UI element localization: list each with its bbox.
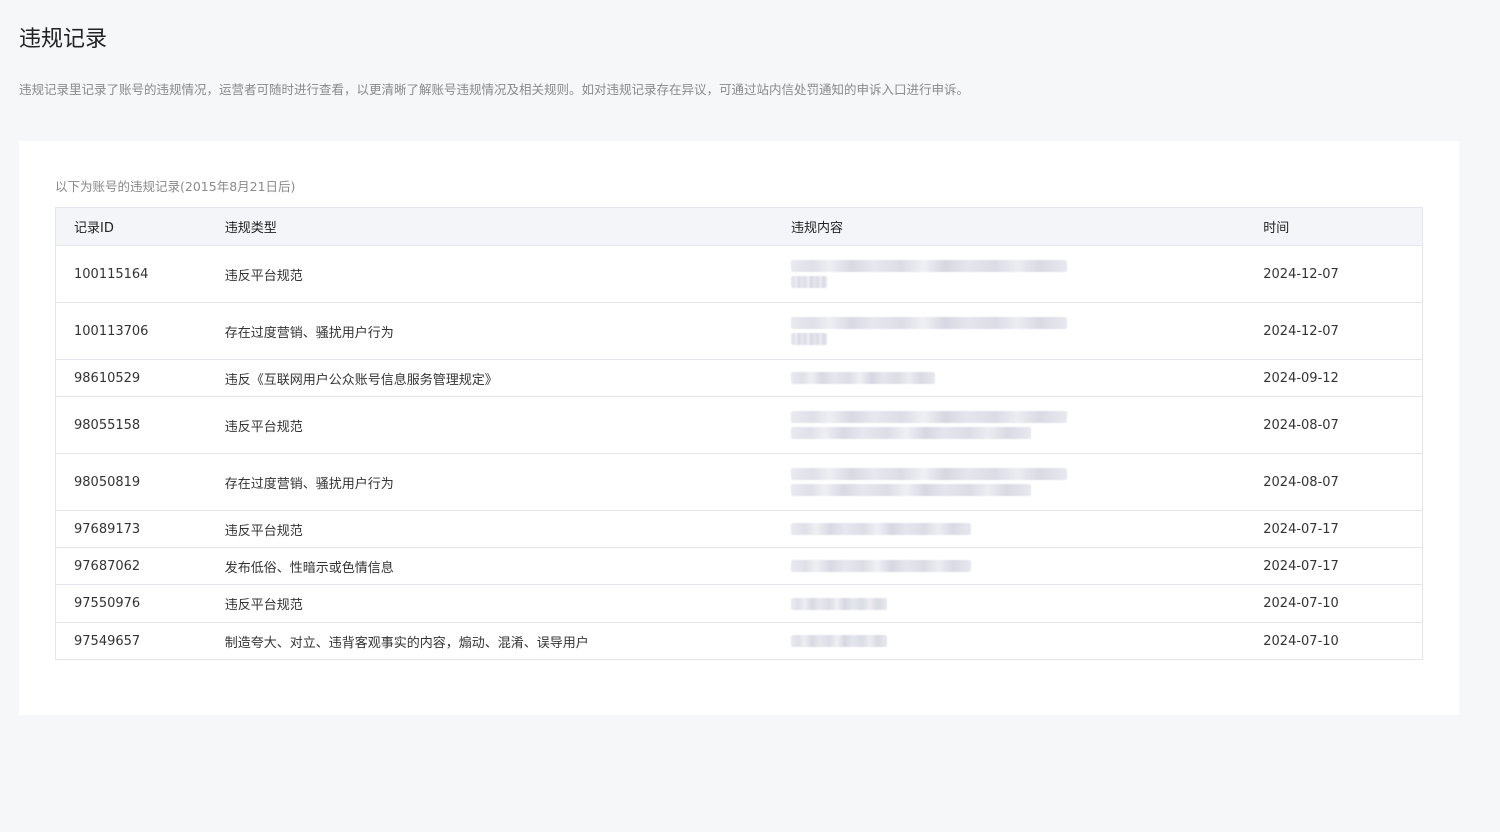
violation-type: 违反平台规范 (224, 419, 303, 435)
violation-content-redacted (777, 454, 1245, 510)
violation-type: 违反平台规范 (224, 598, 303, 613)
violation-type: 违反平台规范 (224, 523, 303, 539)
table-row: 98050819 存在过度营销、骚扰用户行为 2024-08-07 (56, 453, 1422, 510)
violation-content-redacted (777, 360, 1245, 396)
record-id: 100115164 (74, 266, 149, 282)
violation-type: 存在过度营销、骚扰用户行为 (224, 476, 394, 492)
table-row: 98610529 违反《互联网用户公众账号信息服务管理规定》 2024-09-1… (56, 359, 1422, 396)
violation-type: 违反平台规范 (224, 268, 303, 284)
table-row: 100115164 违反平台规范 2024-12-07 (56, 245, 1422, 302)
table-row: 100113706 存在过度营销、骚扰用户行为 2024-12-07 (56, 302, 1422, 359)
violation-type: 违反《互联网用户公众账号信息服务管理规定》 (224, 372, 498, 388)
record-id: 98055158 (74, 417, 141, 433)
violation-content-redacted (777, 585, 1245, 622)
record-id: 100113706 (74, 323, 149, 339)
column-header-time: 时间 (1263, 221, 1290, 236)
violation-time: 2024-12-07 (1263, 323, 1339, 339)
violation-content-redacted (777, 548, 1245, 584)
violation-time: 2024-08-07 (1263, 474, 1339, 490)
violation-content-redacted (777, 511, 1245, 547)
violation-type: 制造夸大、对立、违背客观事实的内容，煽动、混淆、误导用户 (224, 635, 589, 651)
table-row: 98055158 违反平台规范 2024-08-07 (56, 396, 1422, 453)
record-id: 97689173 (74, 521, 141, 537)
violation-time: 2024-07-17 (1263, 521, 1339, 537)
table-row: 97689173 违反平台规范 2024-07-17 (56, 510, 1422, 547)
record-id: 97687062 (74, 558, 141, 574)
violation-time: 2024-12-07 (1263, 266, 1339, 282)
table-header-row: 记录ID 违规类型 违规内容 时间 (56, 208, 1422, 245)
violation-time: 2024-07-10 (1263, 633, 1339, 649)
violation-content-redacted (777, 303, 1245, 359)
violation-type: 发布低俗、性暗示或色情信息 (224, 560, 394, 576)
column-header-content: 违规内容 (790, 221, 843, 236)
violation-content-redacted (777, 623, 1245, 659)
table-row: 97550976 违反平台规范 2024-07-10 (56, 584, 1422, 622)
records-subtitle: 以下为账号的违规记录(2015年8月21日后) (55, 179, 296, 194)
record-id: 97550976 (74, 596, 141, 611)
record-id: 98050819 (74, 474, 141, 490)
violation-content-redacted (777, 246, 1245, 302)
page-title: 违规记录 (19, 27, 108, 52)
column-header-type: 违规类型 (224, 221, 277, 236)
violation-time: 2024-07-10 (1263, 596, 1339, 611)
violation-time: 2024-07-17 (1263, 558, 1339, 574)
record-id: 97549657 (74, 633, 141, 649)
violation-records-table: 记录ID 违规类型 违规内容 时间 100115164 违反平台规范 2024-… (55, 207, 1423, 660)
violation-time: 2024-09-12 (1263, 370, 1339, 386)
violation-time: 2024-08-07 (1263, 417, 1339, 433)
column-header-id: 记录ID (74, 221, 114, 236)
violation-content-redacted (777, 397, 1245, 453)
page-description: 违规记录里记录了账号的违规情况，运营者可随时进行查看，以更清晰了解账号违规情况及… (19, 82, 970, 97)
violation-records-card: 以下为账号的违规记录(2015年8月21日后) 记录ID 违规类型 违规内容 时… (19, 141, 1459, 715)
table-row: 97687062 发布低俗、性暗示或色情信息 2024-07-17 (56, 547, 1422, 584)
record-id: 98610529 (74, 370, 141, 386)
violation-type: 存在过度营销、骚扰用户行为 (224, 325, 394, 341)
table-row: 97549657 制造夸大、对立、违背客观事实的内容，煽动、混淆、误导用户 20… (56, 622, 1422, 659)
